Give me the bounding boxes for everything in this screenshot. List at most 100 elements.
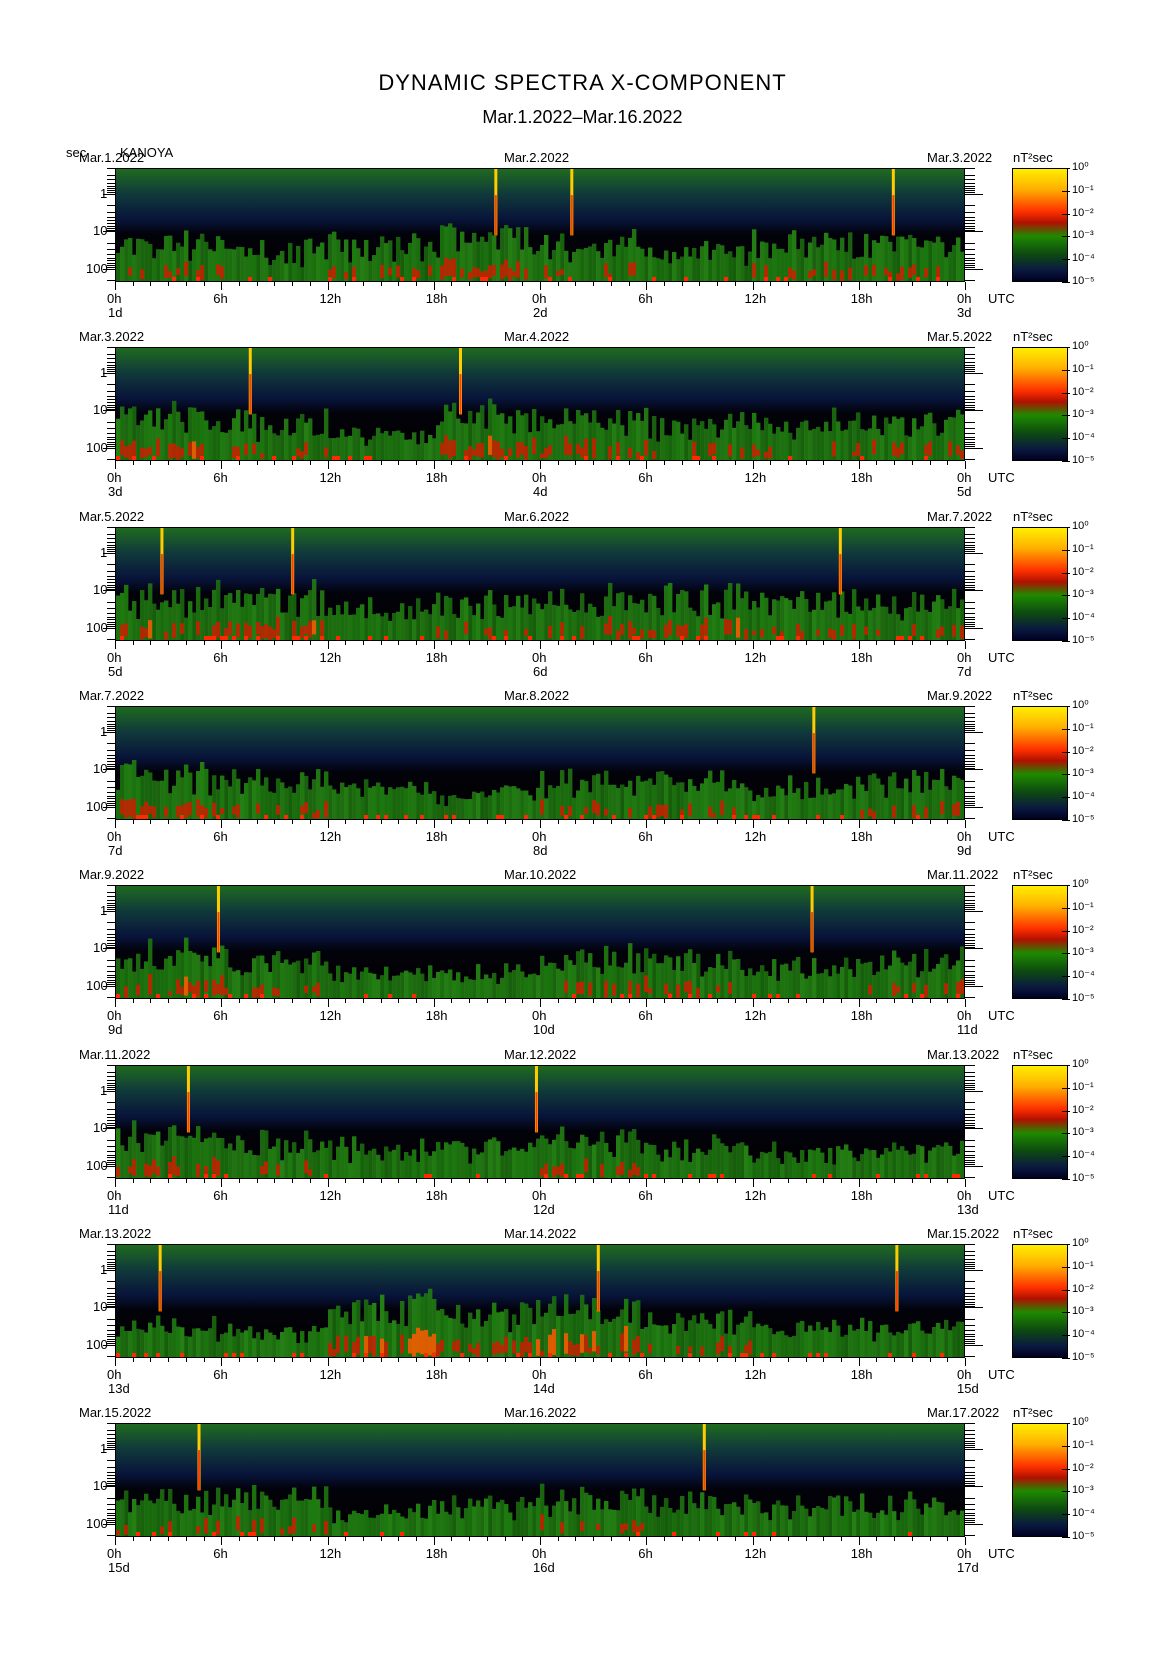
high-power-cell bbox=[588, 1347, 593, 1354]
activity-column bbox=[704, 1509, 709, 1536]
colorbar-tick bbox=[1062, 1358, 1070, 1359]
activity-column bbox=[916, 611, 921, 640]
activity-column bbox=[220, 1334, 225, 1357]
activity-column bbox=[280, 1160, 285, 1178]
colorbar-tick bbox=[1062, 213, 1070, 215]
activity-column bbox=[408, 1155, 413, 1178]
activity-column bbox=[748, 251, 753, 281]
high-power-cell bbox=[908, 636, 913, 640]
activity-column bbox=[884, 1324, 889, 1357]
high-power-cell bbox=[228, 621, 233, 636]
activity-column bbox=[128, 1331, 133, 1357]
activity-column bbox=[220, 432, 225, 460]
x-minor-tick bbox=[168, 282, 170, 286]
x-minor-tick bbox=[451, 1179, 453, 1183]
high-power-cell bbox=[216, 1520, 221, 1535]
high-power-cell bbox=[480, 443, 485, 458]
high-power-cell bbox=[192, 441, 197, 459]
x-minor-tick bbox=[575, 641, 577, 645]
activity-column bbox=[624, 246, 629, 281]
activity-column bbox=[640, 781, 645, 819]
activity-column bbox=[896, 788, 901, 819]
activity-column bbox=[784, 1335, 789, 1357]
activity-column bbox=[804, 420, 809, 460]
activity-column bbox=[760, 965, 765, 998]
activity-column bbox=[572, 1148, 577, 1178]
activity-column bbox=[512, 606, 517, 640]
x-tick bbox=[646, 1358, 648, 1366]
colorbar-tick bbox=[1062, 190, 1070, 192]
y-minor-tick-right bbox=[965, 1117, 975, 1119]
activity-column bbox=[464, 1146, 469, 1178]
high-power-cell bbox=[656, 804, 661, 818]
y-tick-right bbox=[965, 911, 983, 913]
x-minor-tick bbox=[770, 641, 772, 645]
y-minor-tick-right bbox=[965, 959, 975, 961]
y-minor-tick-left bbox=[107, 1429, 115, 1431]
y-minor-tick-right bbox=[965, 586, 975, 588]
x-minor-tick bbox=[416, 1179, 418, 1183]
y-minor-tick-left bbox=[107, 899, 115, 901]
activity-column bbox=[144, 241, 149, 281]
activity-column bbox=[640, 420, 645, 460]
activity-column bbox=[944, 419, 949, 460]
high-power-cell bbox=[300, 626, 305, 639]
y-minor-tick-right bbox=[965, 384, 975, 386]
y-minor-tick-left bbox=[107, 754, 115, 756]
activity-column bbox=[404, 619, 409, 640]
y-minor-tick-right bbox=[965, 1162, 975, 1164]
x-minor-tick bbox=[717, 999, 719, 1003]
activity-column bbox=[676, 421, 681, 460]
activity-column bbox=[612, 784, 617, 819]
activity-column bbox=[624, 962, 629, 998]
y-tick-left bbox=[103, 447, 115, 449]
activity-column bbox=[484, 1498, 489, 1536]
high-power-cell bbox=[568, 277, 573, 281]
high-power-cell bbox=[752, 1532, 757, 1536]
x-tick-label: 12h bbox=[319, 1367, 342, 1382]
x-tick bbox=[433, 1358, 435, 1366]
x-minor-tick bbox=[699, 1537, 701, 1541]
activity-column bbox=[488, 1139, 493, 1178]
activity-column bbox=[420, 1517, 425, 1536]
activity-column bbox=[372, 1517, 377, 1536]
x-minor-tick bbox=[894, 820, 896, 824]
x-minor-tick bbox=[132, 1358, 134, 1362]
x-tick bbox=[965, 1358, 966, 1366]
activity-column bbox=[384, 966, 389, 998]
activity-column bbox=[876, 428, 881, 460]
activity-column bbox=[664, 1325, 669, 1357]
x-tick bbox=[221, 820, 223, 828]
colorbar-tick bbox=[1062, 1445, 1070, 1447]
high-power-cell bbox=[204, 808, 209, 818]
high-power-cell bbox=[120, 440, 125, 456]
activity-column bbox=[808, 1516, 813, 1536]
activity-column bbox=[948, 1330, 953, 1357]
x-minor-tick bbox=[486, 282, 488, 286]
end-date-label: Mar.7.2022 bbox=[927, 509, 993, 524]
y-minor-tick-left bbox=[107, 1079, 115, 1081]
high-power-cell bbox=[128, 1166, 133, 1174]
x-minor-tick bbox=[362, 1179, 364, 1183]
activity-column bbox=[240, 247, 245, 281]
activity-column bbox=[748, 609, 753, 640]
activity-column bbox=[308, 964, 313, 998]
x-tick bbox=[433, 461, 435, 469]
x-minor-tick bbox=[805, 461, 807, 465]
x-minor-tick bbox=[309, 282, 311, 286]
high-power-cell bbox=[168, 443, 173, 459]
x-minor-tick bbox=[610, 1179, 612, 1183]
activity-column bbox=[776, 1331, 781, 1357]
activity-column bbox=[652, 953, 657, 998]
activity-column bbox=[252, 1338, 257, 1357]
x-minor-tick bbox=[575, 1179, 577, 1183]
activity-column bbox=[788, 775, 793, 819]
activity-column bbox=[324, 615, 329, 640]
activity-column bbox=[524, 1507, 529, 1536]
activity-column bbox=[412, 1149, 417, 1178]
x-minor-tick bbox=[770, 999, 772, 1003]
colorbar-unit-label: nT²sec bbox=[1013, 329, 1053, 344]
y-minor-tick-right bbox=[965, 1356, 975, 1357]
activity-column bbox=[860, 1154, 865, 1178]
activity-column bbox=[936, 435, 941, 460]
